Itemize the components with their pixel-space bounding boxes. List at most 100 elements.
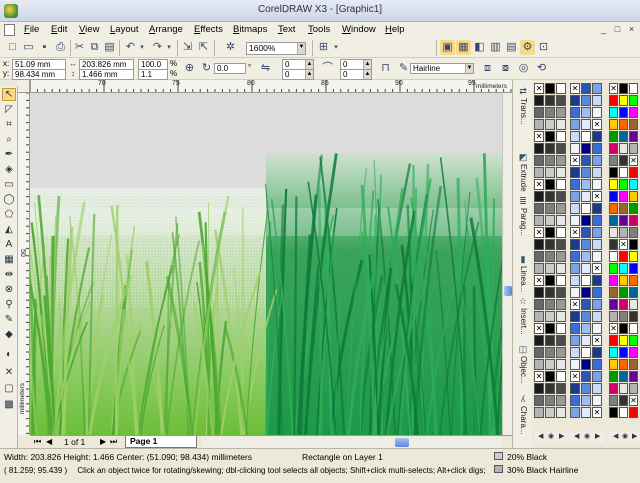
previous-page-icon[interactable]: ◀: [46, 437, 52, 447]
color-swatch[interactable]: [581, 95, 591, 106]
color-swatch[interactable]: [556, 83, 566, 94]
color-swatch[interactable]: [619, 119, 628, 130]
color-swatch[interactable]: [629, 107, 638, 118]
fill-swatch-icon[interactable]: ▩: [2, 398, 16, 411]
color-swatch[interactable]: [592, 299, 602, 310]
color-swatch[interactable]: [609, 311, 618, 322]
polygon-tool-icon[interactable]: ⬠: [2, 208, 16, 221]
color-swatch[interactable]: [570, 407, 580, 418]
outline-color-swatch[interactable]: [494, 465, 503, 473]
menu-arrange[interactable]: Arrange: [149, 24, 183, 35]
color-swatch[interactable]: [629, 239, 638, 250]
color-swatch[interactable]: [545, 299, 555, 310]
palette-handle-icon[interactable]: ◉: [584, 432, 590, 440]
color-swatch[interactable]: [570, 251, 580, 262]
color-swatch[interactable]: ✕: [592, 119, 602, 130]
color-swatch[interactable]: [592, 359, 602, 370]
color-swatch[interactable]: [556, 287, 566, 298]
open-icon[interactable]: ▭: [21, 40, 36, 55]
color-swatch[interactable]: [545, 335, 555, 346]
color-swatch[interactable]: [629, 143, 638, 154]
color-swatch[interactable]: [570, 347, 580, 358]
color-swatch[interactable]: [619, 95, 628, 106]
color-swatch[interactable]: [545, 83, 555, 94]
color-swatch[interactable]: [556, 239, 566, 250]
color-swatch[interactable]: [545, 347, 555, 358]
color-swatch[interactable]: [609, 203, 618, 214]
color-swatch[interactable]: [592, 179, 602, 190]
color-swatch[interactable]: ✕: [592, 263, 602, 274]
color-swatch[interactable]: [609, 263, 618, 274]
interactive-fill-icon[interactable]: ◐: [2, 348, 16, 361]
color-swatch[interactable]: [545, 311, 555, 322]
export-icon[interactable]: ⇱: [196, 40, 211, 55]
color-swatch[interactable]: [629, 263, 638, 274]
color-swatch[interactable]: [534, 251, 544, 262]
options-icon[interactable]: ▥: [488, 40, 503, 55]
color-swatch[interactable]: [545, 275, 555, 286]
basic-shapes-icon[interactable]: ◭: [2, 223, 16, 236]
convert-to-curves-icon[interactable]: ⟲: [534, 61, 549, 76]
color-swatch[interactable]: [609, 383, 618, 394]
vertical-ruler[interactable]: 50 millimeters: [18, 93, 30, 435]
color-swatch[interactable]: [556, 347, 566, 358]
color-swatch[interactable]: [619, 203, 628, 214]
color-swatch[interactable]: [570, 143, 580, 154]
color-palette-blues[interactable]: ✕ ✕ ✕ ✕ ✕ ✕ ✕ ✕ ✕ ✕: [570, 83, 604, 431]
color-swatch[interactable]: [556, 311, 566, 322]
color-swatch[interactable]: [629, 323, 638, 334]
color-swatch[interactable]: [619, 395, 628, 406]
color-swatch[interactable]: [581, 143, 591, 154]
zoom-tool-icon[interactable]: ⌕: [2, 133, 16, 146]
vertical-scrollbar[interactable]: [502, 93, 512, 435]
color-swatch[interactable]: [545, 395, 555, 406]
ruler-origin[interactable]: [18, 80, 30, 93]
color-swatch[interactable]: [545, 371, 555, 382]
outline-tool-icon[interactable]: ✎: [2, 313, 16, 326]
color-swatch[interactable]: [545, 143, 555, 154]
document-icon[interactable]: [4, 24, 15, 36]
color-swatch[interactable]: [629, 131, 638, 142]
color-swatch[interactable]: [619, 227, 628, 238]
color-palette-default[interactable]: ✕ ✕ ✕ ✕ ✕: [609, 83, 640, 431]
palette-scroll[interactable]: ◀ ◉ ▶: [534, 431, 568, 443]
color-swatch[interactable]: [581, 239, 591, 250]
color-swatch[interactable]: [556, 179, 566, 190]
scroll-right-icon[interactable]: ▶: [632, 432, 637, 440]
color-swatch[interactable]: [570, 335, 580, 346]
color-swatch[interactable]: [619, 311, 628, 322]
color-swatch[interactable]: [545, 179, 555, 190]
lock-ratio-icon[interactable]: ⊕: [182, 61, 197, 76]
color-swatch[interactable]: [581, 251, 591, 262]
color-swatch[interactable]: [592, 395, 602, 406]
color-swatch[interactable]: ✕: [592, 335, 602, 346]
color-swatch[interactable]: [570, 287, 580, 298]
color-swatch[interactable]: [545, 131, 555, 142]
color-swatch[interactable]: [545, 287, 555, 298]
color-swatch[interactable]: [619, 323, 628, 334]
last-page-icon[interactable]: ⏭: [110, 437, 117, 447]
color-swatch[interactable]: [629, 407, 638, 418]
color-swatch[interactable]: [556, 203, 566, 214]
color-swatch[interactable]: [581, 155, 591, 166]
color-swatch[interactable]: [592, 155, 602, 166]
scale-y-field[interactable]: 1.1: [138, 69, 168, 80]
outline-width-select[interactable]: Hairline ▼: [410, 63, 474, 74]
color-swatch[interactable]: [545, 323, 555, 334]
horizontal-scrollbar[interactable]: [202, 437, 502, 448]
color-swatch[interactable]: [629, 299, 638, 310]
color-swatch[interactable]: ✕: [570, 371, 580, 382]
round-corners-icon[interactable]: ⌒: [320, 61, 335, 76]
color-swatch[interactable]: [534, 107, 544, 118]
menu-bitmaps[interactable]: Bitmaps: [233, 24, 267, 35]
color-swatch[interactable]: [629, 383, 638, 394]
color-swatch[interactable]: [570, 263, 580, 274]
color-swatch[interactable]: [609, 407, 618, 418]
color-swatch[interactable]: ✕: [534, 371, 544, 382]
color-swatch[interactable]: [592, 383, 602, 394]
color-swatch[interactable]: [619, 155, 628, 166]
color-swatch[interactable]: [581, 191, 591, 202]
color-swatch[interactable]: [629, 215, 638, 226]
table-tool-icon[interactable]: ▦: [2, 253, 16, 266]
color-swatch[interactable]: [619, 407, 628, 418]
